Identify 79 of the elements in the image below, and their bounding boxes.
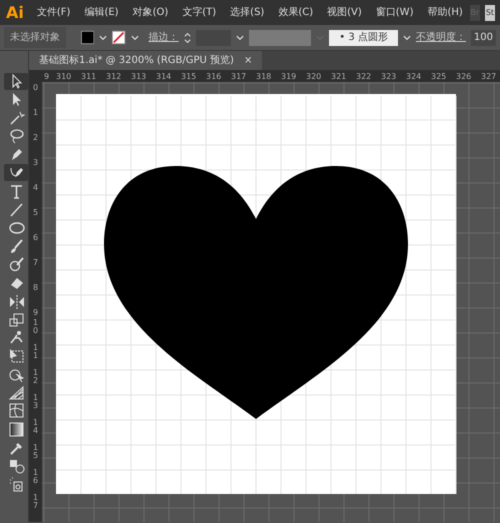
menu-item[interactable]: 编辑(E) xyxy=(77,5,126,20)
ruler-label: 10 xyxy=(33,319,38,335)
transform-icon xyxy=(8,347,24,364)
ruler-label: 3 xyxy=(33,159,38,167)
tool-button[interactable] xyxy=(4,73,28,90)
ruler-label: 17 xyxy=(33,494,38,510)
menu-item[interactable]: 效果(C) xyxy=(271,5,320,20)
stroke-swatch[interactable] xyxy=(112,30,126,45)
caret-icon[interactable] xyxy=(99,33,108,42)
reflect-icon xyxy=(8,292,24,310)
ruler-label: 14 xyxy=(33,419,38,435)
ruler-label: 12 xyxy=(33,369,38,385)
opacity-label: 不透明度： xyxy=(416,30,466,45)
line-icon xyxy=(8,201,24,218)
spinner-icon[interactable] xyxy=(184,30,191,44)
wand-icon xyxy=(8,110,24,127)
app-button[interactable]: St xyxy=(484,4,495,20)
blend-icon xyxy=(8,457,24,474)
menu-item[interactable]: 窗口(W) xyxy=(368,5,420,20)
ruler-label: 314 xyxy=(156,72,172,82)
menu-item[interactable]: 对象(O) xyxy=(126,5,176,20)
caret-icon[interactable] xyxy=(130,33,139,42)
ruler-label: 8 xyxy=(33,284,38,292)
ruler-label: 5 xyxy=(33,209,38,217)
ruler-label: 16 xyxy=(33,469,38,485)
ruler-label: 327 xyxy=(481,72,496,82)
ruler-label: 321 xyxy=(331,72,346,82)
ruler-label: 310 xyxy=(56,72,72,82)
ruler-label: 0 xyxy=(33,84,38,92)
ruler-label: 311 xyxy=(81,72,96,82)
caret-icon[interactable] xyxy=(236,33,244,42)
ruler-label: 315 xyxy=(181,72,196,82)
menu-item[interactable]: 文字(T) xyxy=(175,5,224,20)
ruler-label: 313 xyxy=(131,72,146,82)
ruler-label: 318 xyxy=(256,72,272,82)
ruler-label: 7 xyxy=(33,259,38,267)
grid-icon xyxy=(8,384,24,402)
ruler-label: 320 xyxy=(306,72,322,82)
ruler-label: 324 xyxy=(406,72,422,82)
selection-status: 未选择对象 xyxy=(4,27,66,48)
heart-shape[interactable] xyxy=(104,166,408,419)
figure-icon xyxy=(8,329,24,346)
ruler-label: 312 xyxy=(106,72,122,82)
ruler-label: 322 xyxy=(356,72,372,82)
menu-item[interactable]: 帮助(H) xyxy=(420,5,470,20)
ruler-label: 11 xyxy=(33,344,38,360)
menu-item[interactable]: 视图(V) xyxy=(320,5,369,20)
brush-dropdown[interactable]: • 3 点圆形 xyxy=(329,30,398,46)
caret-icon[interactable] xyxy=(402,33,411,42)
ruler-label: 319 xyxy=(281,72,296,82)
document-tab[interactable]: 基础图标1.ai* @ 3200% (RGB/GPU 预览) × xyxy=(29,51,262,70)
menu-item[interactable]: 文件(F) xyxy=(30,5,78,20)
ruler-label: 317 xyxy=(231,72,246,82)
opacity-field[interactable]: 100 xyxy=(470,30,496,46)
ruler-label: 4 xyxy=(33,184,38,192)
ruler-label: 326 xyxy=(456,72,472,82)
blob-brush-icon xyxy=(8,256,24,273)
ruler-label: 9 xyxy=(33,309,38,317)
ruler-label: 316 xyxy=(206,72,222,82)
stroke-label: 描边： xyxy=(148,30,179,45)
close-icon[interactable]: × xyxy=(244,53,252,68)
mesh-icon xyxy=(8,402,24,420)
ruler-label: 9 xyxy=(44,72,50,82)
ruler-label: 325 xyxy=(431,72,446,82)
sprayer-icon xyxy=(8,476,24,493)
tool-button[interactable] xyxy=(4,164,28,182)
fill-swatch[interactable] xyxy=(81,30,94,45)
lasso-icon xyxy=(8,128,24,145)
menu-item[interactable]: 选择(S) xyxy=(223,5,272,20)
ruler-label: 1 xyxy=(33,109,38,117)
app-logo: Ai xyxy=(5,2,25,24)
gradient-icon xyxy=(8,420,24,438)
ruler-label: 15 xyxy=(33,444,38,460)
ruler-label: 6 xyxy=(33,234,38,242)
ruler-label: 2 xyxy=(33,134,38,142)
tab-title: 基础图标1.ai* @ 3200% (RGB/GPU 预览) xyxy=(39,54,234,68)
ruler-label: 13 xyxy=(33,394,38,410)
ruler-label: 323 xyxy=(381,72,396,82)
scale-icon xyxy=(8,310,24,328)
